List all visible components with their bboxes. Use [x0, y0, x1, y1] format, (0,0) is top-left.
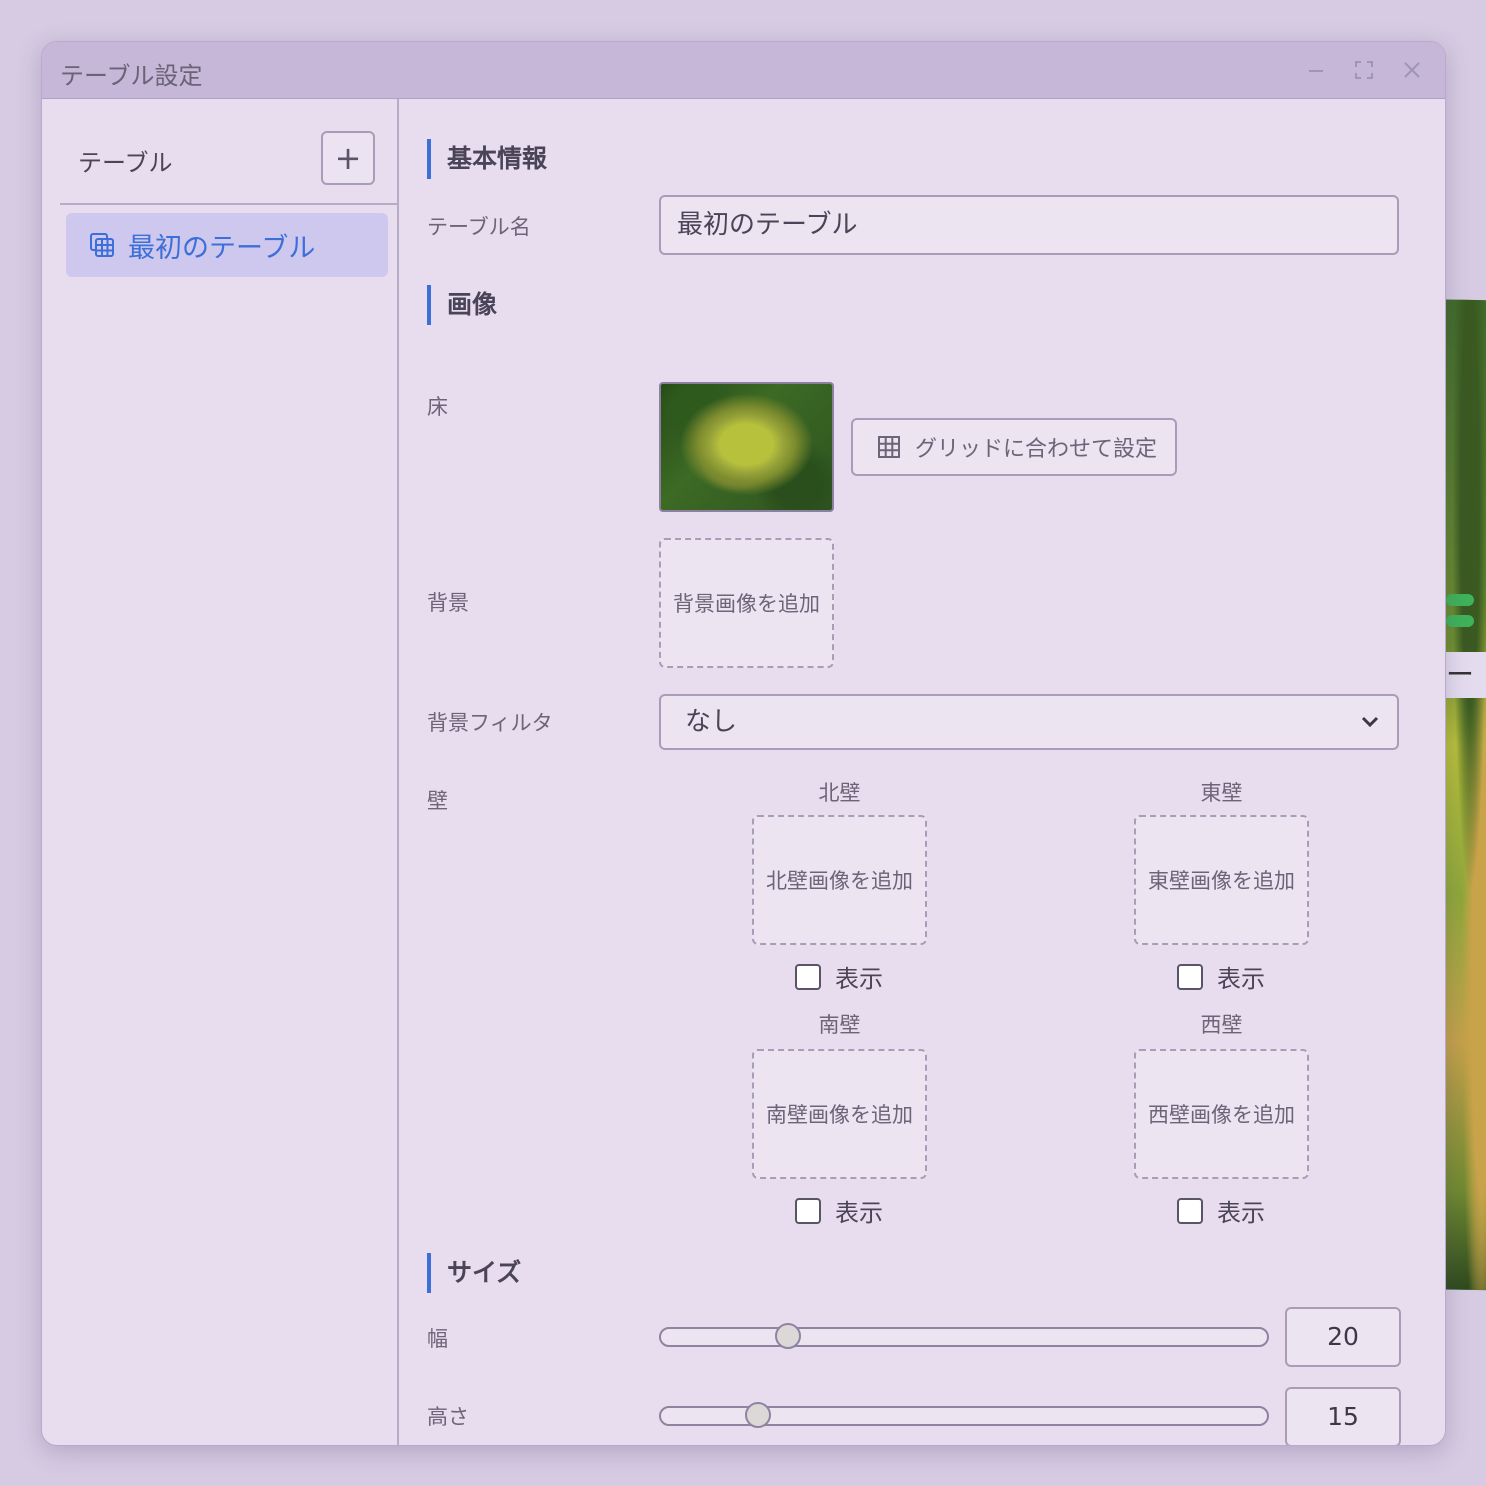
floor-label: 床	[427, 395, 448, 419]
chevron-down-icon	[1361, 716, 1379, 728]
floor-image-thumbnail[interactable]	[659, 382, 834, 512]
table-name-input[interactable]: 最初のテーブル	[659, 195, 1399, 255]
table-settings-window: テーブル設定 テーブル + 最初のテーブル 基本情報 テーブル名 最初のテーブル…	[41, 41, 1446, 1446]
height-slider[interactable]	[659, 1402, 1269, 1428]
title-bar[interactable]: テーブル設定	[42, 42, 1445, 99]
table-name-label: テーブル名	[427, 215, 531, 239]
minimize-icon	[1309, 70, 1323, 72]
background-map-preview	[1446, 299, 1486, 1291]
height-input[interactable]: 15	[1285, 1387, 1401, 1445]
north-wall-title: 北壁	[818, 781, 861, 805]
maximize-button[interactable]	[1348, 54, 1380, 86]
minimize-button[interactable]	[1300, 54, 1332, 86]
maximize-icon	[1355, 61, 1373, 79]
width-slider[interactable]	[659, 1323, 1269, 1349]
north-wall-show[interactable]: 表示	[795, 959, 883, 994]
east-wall-show-label: 表示	[1217, 965, 1265, 993]
background-label: 背景	[427, 591, 469, 615]
fit-to-grid-button[interactable]: グリッドに合わせて設定	[851, 418, 1177, 476]
add-background-image[interactable]: 背景画像を追加	[659, 538, 834, 668]
close-button[interactable]	[1396, 54, 1428, 86]
east-wall-checkbox[interactable]	[1177, 963, 1203, 990]
section-size: サイズ	[427, 1253, 521, 1293]
width-input[interactable]: 20	[1285, 1307, 1401, 1367]
background-filter-label: 背景フィルタ	[427, 711, 553, 735]
close-icon	[1404, 62, 1420, 78]
add-south-wall-image[interactable]: 南壁画像を追加	[752, 1049, 927, 1179]
south-wall-checkbox[interactable]	[795, 1197, 821, 1224]
wall-label: 壁	[427, 789, 448, 813]
plus-icon: +	[334, 139, 362, 177]
table-sidebar: テーブル + 最初のテーブル	[42, 99, 399, 1445]
window-title: テーブル設定	[60, 62, 203, 90]
width-label: 幅	[427, 1327, 448, 1351]
table-stack-icon	[90, 233, 114, 257]
sidebar-item-first-table[interactable]: 最初のテーブル	[66, 213, 388, 277]
settings-panel: 基本情報 テーブル名 最初のテーブル 画像 床 グリッドに合わせて設定 背景 背…	[399, 99, 1445, 1445]
section-basic-info: 基本情報	[427, 139, 547, 179]
add-north-wall-image[interactable]: 北壁画像を追加	[752, 815, 927, 945]
north-wall-show-label: 表示	[835, 965, 883, 993]
south-wall-show[interactable]: 表示	[795, 1193, 883, 1228]
west-wall-checkbox[interactable]	[1177, 1197, 1203, 1224]
south-wall-title: 南壁	[818, 1013, 861, 1037]
add-west-wall-image[interactable]: 西壁画像を追加	[1134, 1049, 1309, 1179]
height-slider-thumb[interactable]	[744, 1402, 771, 1428]
background-label: ーB	[1446, 652, 1486, 698]
section-image: 画像	[427, 285, 497, 325]
background-filter-select[interactable]: なし	[659, 694, 1399, 750]
west-wall-show[interactable]: 表示	[1177, 1193, 1265, 1228]
width-slider-thumb[interactable]	[775, 1323, 802, 1349]
sidebar-header: テーブル +	[60, 99, 397, 205]
add-east-wall-image[interactable]: 東壁画像を追加	[1134, 815, 1309, 945]
east-wall-show[interactable]: 表示	[1177, 959, 1265, 994]
background-mp-bar	[1446, 615, 1474, 627]
fit-to-grid-label: グリッドに合わせて設定	[915, 437, 1158, 462]
add-table-button[interactable]: +	[321, 131, 375, 185]
background-filter-value: なし	[685, 707, 738, 737]
west-wall-title: 西壁	[1200, 1013, 1243, 1037]
south-wall-show-label: 表示	[835, 1199, 883, 1227]
north-wall-checkbox[interactable]	[795, 963, 821, 990]
east-wall-title: 東壁	[1200, 781, 1243, 805]
west-wall-show-label: 表示	[1217, 1199, 1265, 1227]
grid-icon	[878, 436, 900, 458]
background-hp-bar	[1446, 594, 1474, 606]
height-label: 高さ	[427, 1405, 469, 1429]
sidebar-item-label: 最初のテーブル	[128, 232, 316, 264]
sidebar-title: テーブル	[78, 149, 173, 177]
